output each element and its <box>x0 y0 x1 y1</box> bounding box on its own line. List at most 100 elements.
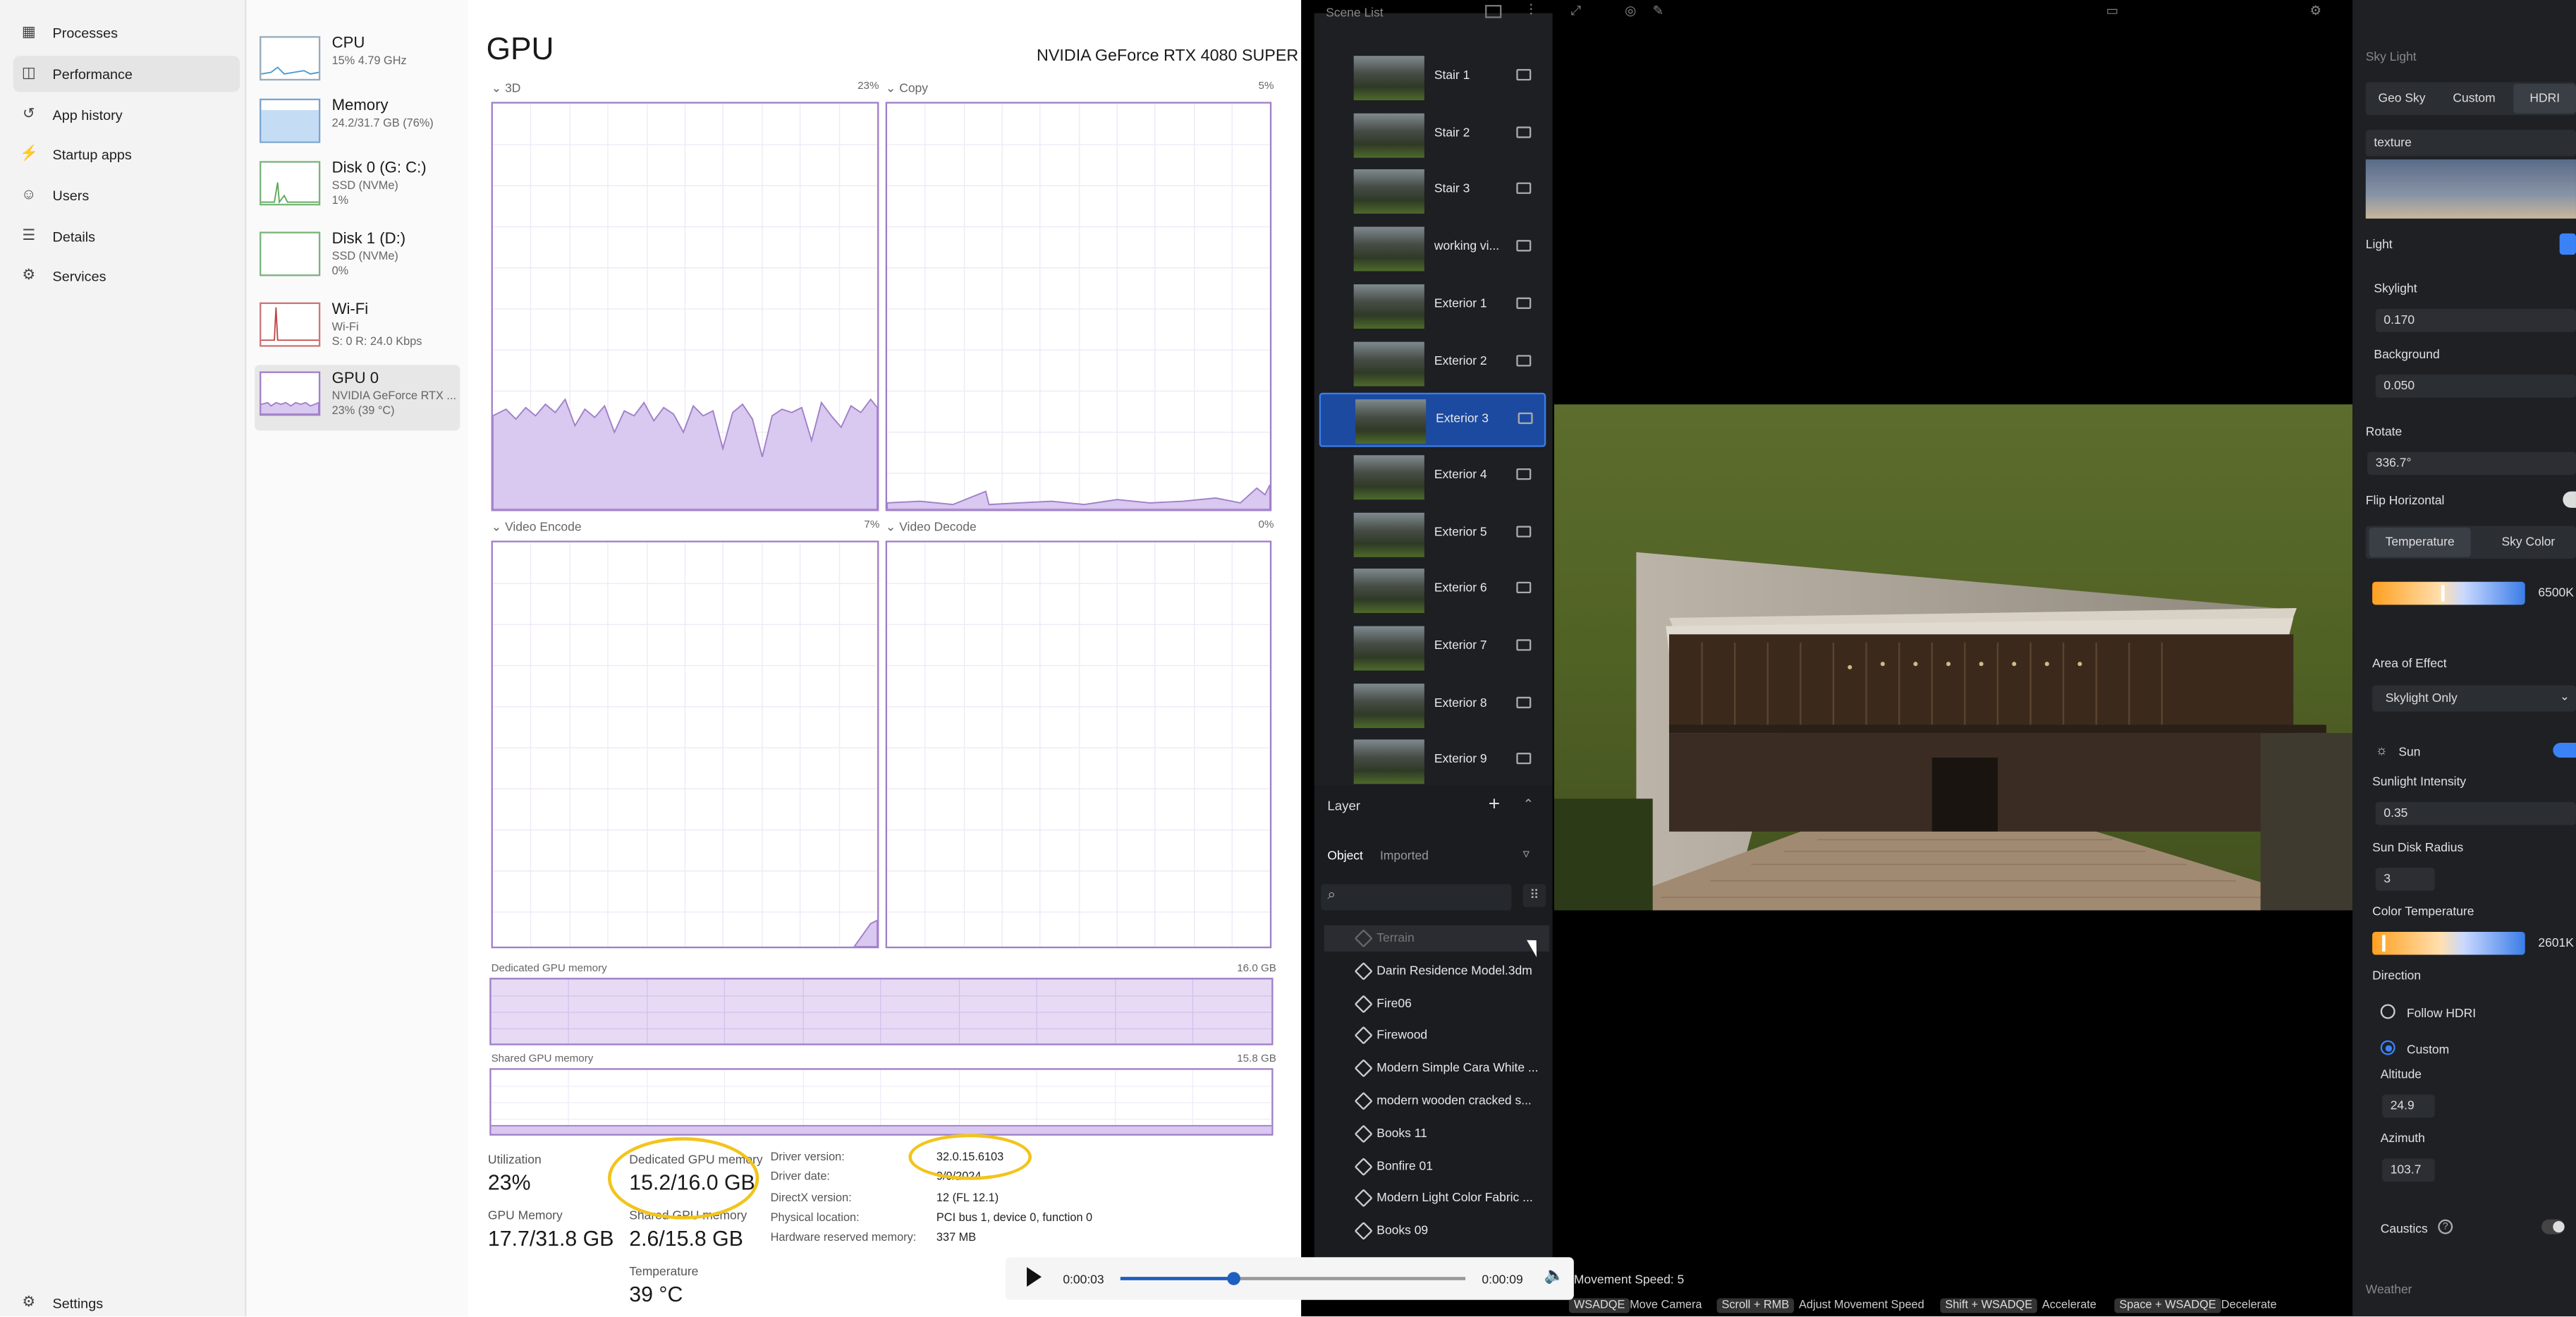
pen-icon[interactable]: ✎ <box>1653 4 1664 18</box>
camera-icon[interactable] <box>1516 639 1532 651</box>
scene-item[interactable]: working vi... <box>1319 222 1546 277</box>
scene-item[interactable]: Exterior 4 <box>1319 450 1546 504</box>
azimuth-input[interactable]: 103.7 <box>2382 1158 2435 1182</box>
color-temperature-slider[interactable] <box>2372 931 2525 955</box>
layer-item[interactable]: Bonfire 01 <box>1376 1158 1433 1172</box>
scene-item[interactable]: Exterior 3 <box>1319 393 1546 448</box>
nav-startup-apps[interactable]: ⚡ Startup apps <box>13 136 240 172</box>
rotate-input[interactable]: 336.7° <box>2367 451 2576 475</box>
camera-icon[interactable] <box>1516 126 1532 138</box>
layer-item[interactable]: Fire06 <box>1376 995 1412 1010</box>
layer-search-input[interactable]: ⌕ <box>1321 884 1512 911</box>
camera-icon[interactable] <box>1516 525 1532 537</box>
layer-item[interactable]: Books 09 <box>1376 1223 1428 1238</box>
custom-radio[interactable] <box>2380 1040 2395 1055</box>
nav-users[interactable]: ☺ Users <box>13 178 240 214</box>
sun-disk-radius-input[interactable]: 3 <box>2375 868 2435 891</box>
camera-icon[interactable] <box>1516 753 1532 765</box>
layer-item[interactable]: Darin Residence Model.3dm <box>1376 963 1532 978</box>
scene-item[interactable]: Exterior 7 <box>1319 621 1546 676</box>
scene-add-icon[interactable] <box>1485 4 1502 18</box>
layer-item[interactable]: Terrain <box>1376 930 1414 945</box>
globe-icon[interactable]: ◎ <box>1625 4 1636 18</box>
layer-item[interactable]: Firewood <box>1376 1028 1427 1043</box>
grid-view-icon[interactable]: ⠿ <box>1522 884 1546 907</box>
altitude-input[interactable]: 24.9 <box>2382 1094 2435 1118</box>
device-cpu[interactable]: CPU 15% 4.79 GHz <box>255 30 460 95</box>
scene-more-icon[interactable]: ⋮ <box>1525 1 1538 16</box>
caustics-toggle[interactable] <box>2541 1219 2565 1234</box>
light-toggle[interactable] <box>2559 233 2576 255</box>
background-input[interactable]: 0.050 <box>2375 375 2576 398</box>
nav-processes[interactable]: ▦ Processes <box>13 15 240 51</box>
view-icon[interactable]: ▭ <box>2106 4 2119 18</box>
scene-item[interactable]: Stair 2 <box>1319 108 1546 162</box>
layer-item[interactable]: modern wooden cracked s... <box>1376 1093 1532 1107</box>
skylight-input[interactable]: 0.170 <box>2375 308 2576 332</box>
graph-decode-label[interactable]: ⌄ Video Decode <box>886 519 977 534</box>
scene-item[interactable]: Exterior 6 <box>1319 564 1546 619</box>
scene-item[interactable]: Exterior 8 <box>1319 678 1546 732</box>
layer-item[interactable]: Modern Simple Cara White ... <box>1376 1060 1538 1075</box>
nav-services[interactable]: ⚙ Services <box>13 258 240 294</box>
nav-app-history[interactable]: ↺ App history <box>13 97 240 133</box>
nav-details[interactable]: ☰ Details <box>13 219 240 255</box>
scene-item[interactable]: Exterior 9 <box>1319 735 1546 789</box>
shared-memory-bar <box>489 1068 1274 1136</box>
device-disk0[interactable]: Disk 0 (G: C:) SSD (NVMe) 1% <box>255 154 460 220</box>
follow-hdri-radio[interactable] <box>2380 1004 2395 1019</box>
tab-sky-color[interactable]: Sky Color <box>2481 528 2576 557</box>
graph-copy-label[interactable]: ⌄ Copy <box>886 80 928 95</box>
flip-toggle[interactable] <box>2563 491 2576 508</box>
play-icon[interactable] <box>1027 1267 1042 1287</box>
sun-toggle[interactable] <box>2553 743 2576 758</box>
temperature-handle[interactable] <box>2441 585 2445 602</box>
scene-item[interactable]: Stair 3 <box>1319 165 1546 219</box>
layer-filter-icon[interactable]: ▿ <box>1523 846 1530 861</box>
camera-icon[interactable] <box>1516 183 1532 195</box>
scene-item[interactable]: Stair 1 <box>1319 51 1546 105</box>
device-disk1[interactable]: Disk 1 (D:) SSD (NVMe) 0% <box>255 225 460 291</box>
scene-item[interactable]: Exterior 5 <box>1319 507 1546 562</box>
camera-icon[interactable] <box>1516 696 1532 708</box>
camera-icon[interactable] <box>1516 240 1532 252</box>
camera-icon[interactable] <box>1516 68 1532 81</box>
tab-custom[interactable]: Custom <box>2441 84 2507 114</box>
nav-settings[interactable]: ⚙ Settings <box>13 1285 240 1317</box>
progress-track[interactable] <box>1120 1272 1466 1285</box>
layer-add-icon[interactable]: + <box>1489 792 1500 815</box>
graph-3d-label[interactable]: ⌄ 3D <box>492 80 521 95</box>
help-icon[interactable]: ? <box>2438 1219 2453 1234</box>
tab-geo-sky[interactable]: Geo Sky <box>2369 84 2434 114</box>
layer-item[interactable]: Modern Light Color Fabric ... <box>1376 1191 1532 1206</box>
camera-icon[interactable] <box>1516 582 1532 594</box>
render-viewport[interactable] <box>1553 404 2353 911</box>
camera-icon[interactable] <box>1518 413 1533 425</box>
area-of-effect-select[interactable]: Skylight Only ⌄ <box>2372 685 2576 712</box>
camera-icon[interactable] <box>1516 297 1532 309</box>
graph-encode-label[interactable]: ⌄ Video Encode <box>492 519 582 534</box>
volume-icon[interactable]: 🔈 <box>1544 1267 1565 1285</box>
camera-icon[interactable] <box>1516 468 1532 480</box>
sunlight-intensity-input[interactable]: 0.35 <box>2375 801 2576 825</box>
settings-small-icon[interactable]: ⚙ <box>2310 4 2322 18</box>
tab-temperature[interactable]: Temperature <box>2369 527 2471 557</box>
device-memory[interactable]: Memory 24.2/31.7 GB (76%) <box>255 92 460 157</box>
nav-performance[interactable]: ◫ Performance <box>13 56 240 92</box>
scene-item[interactable]: Exterior 2 <box>1319 336 1546 390</box>
color-temperature-handle[interactable] <box>2382 935 2386 952</box>
progress-handle[interactable] <box>1227 1272 1241 1285</box>
layer-item[interactable]: Books 11 <box>1376 1125 1427 1140</box>
layer-collapse-icon[interactable]: ⌃ <box>1523 797 1534 812</box>
texture-select[interactable]: texture <box>2365 130 2576 157</box>
camera-icon[interactable] <box>1516 354 1532 366</box>
hdri-preview[interactable] <box>2365 159 2576 219</box>
temperature-slider[interactable] <box>2372 581 2525 605</box>
device-gpu0[interactable]: GPU 0 NVIDIA GeForce RTX ... 23% (39 °C) <box>255 365 460 431</box>
layer-tab-imported[interactable]: Imported <box>1380 848 1429 863</box>
layer-tab-object[interactable]: Object <box>1327 848 1363 863</box>
device-wifi[interactable]: Wi-Fi Wi-Fi S: 0 R: 24.0 Kbps <box>255 296 460 361</box>
scene-item[interactable]: Exterior 1 <box>1319 279 1546 334</box>
tab-hdri[interactable]: HDRI <box>2513 83 2576 114</box>
fullscreen-icon[interactable]: ⤢ <box>1570 4 1581 20</box>
